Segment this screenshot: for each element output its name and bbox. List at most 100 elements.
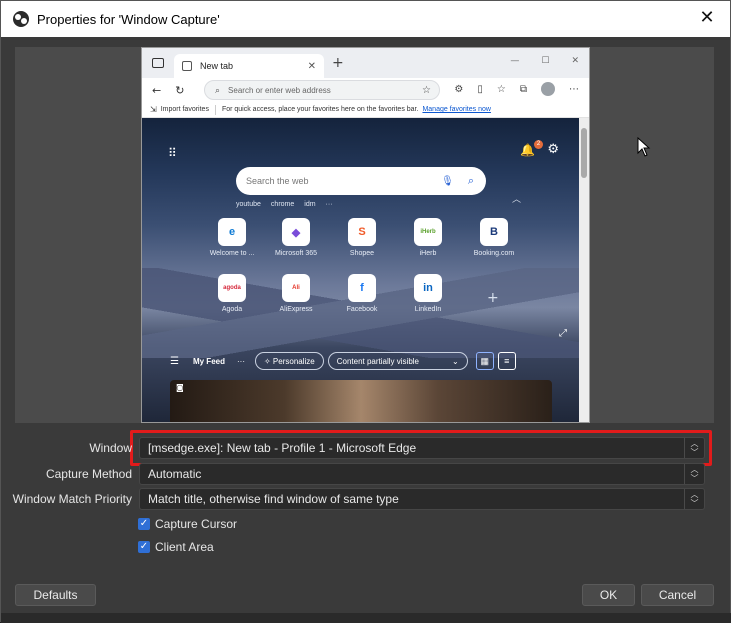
window-row: Window [msedge.exe]: New tab - Profile 1… bbox=[1, 437, 731, 459]
tab-close-icon: ✕ bbox=[307, 60, 316, 72]
favbar-divider bbox=[214, 104, 216, 115]
extensions-icon: ⚙ bbox=[454, 83, 464, 95]
address-placeholder: Search or enter web address bbox=[228, 85, 331, 95]
import-favorites: Import favorites bbox=[160, 106, 209, 113]
capture-cursor-row[interactable]: ✓ Capture Cursor bbox=[138, 517, 237, 531]
grid-view-icon: ▦ bbox=[475, 352, 494, 370]
chip-item: youtube bbox=[236, 201, 261, 208]
quick-link-label: LinkedIn bbox=[414, 306, 442, 313]
search-icon: ⌕ bbox=[467, 174, 474, 187]
select-arrows-icon: ︿ ﹀ bbox=[684, 489, 704, 509]
window-select[interactable]: [msedge.exe]: New tab - Profile 1 - Micr… bbox=[139, 437, 705, 459]
quick-link-tile: agoda Agoda bbox=[202, 274, 262, 313]
capture-method-select[interactable]: Automatic ︿ ﹀ bbox=[139, 463, 705, 485]
camera-icon: ◙ bbox=[176, 383, 184, 392]
cancel-button[interactable]: Cancel bbox=[641, 584, 714, 606]
personalize-icon: ✧ bbox=[263, 356, 273, 366]
quick-link-icon: f bbox=[348, 274, 376, 302]
manage-favorites-link: Manage favorites now bbox=[422, 106, 491, 113]
quick-link-label: Welcome to ... bbox=[209, 250, 255, 257]
visibility-dropdown: Content partially visible ⌄ bbox=[327, 352, 468, 370]
feed-menu-icon: ☰ bbox=[170, 355, 179, 367]
visibility-label: Content partially visible bbox=[336, 356, 419, 366]
quick-link-label: iHerb bbox=[419, 250, 437, 257]
more-icon: ⋯ bbox=[569, 83, 579, 95]
window-title: Properties for 'Window Capture' bbox=[37, 11, 220, 27]
new-tab-icon: + bbox=[332, 55, 344, 71]
split-screen-icon: ▯ bbox=[477, 83, 483, 95]
capture-preview: New tab ✕ + — ☐ ✕ ← ↻ ⌕ Search or enter … bbox=[15, 47, 714, 423]
quick-link-label: Microsoft 365 bbox=[274, 250, 318, 257]
microphone-icon: 🎙 bbox=[441, 175, 454, 187]
page-settings-gear-icon: ⚙ bbox=[547, 142, 559, 157]
match-priority-label: Window Match Priority bbox=[12, 492, 132, 506]
chip-item: idm bbox=[304, 201, 316, 208]
obs-logo-icon bbox=[13, 11, 29, 27]
import-icon: ⇲ bbox=[150, 105, 157, 114]
close-icon[interactable]: ✕ bbox=[698, 9, 716, 27]
browser-close-icon: ✕ bbox=[571, 56, 579, 66]
feed-more: ··· bbox=[236, 356, 245, 366]
capture-method-row: Capture Method Automatic ︿ ﹀ bbox=[1, 463, 731, 485]
my-feed-label: My Feed bbox=[192, 356, 225, 366]
browser-tabstrip: New tab ✕ + — ☐ ✕ bbox=[142, 48, 589, 78]
personalize-label: Personalize bbox=[272, 356, 315, 366]
quick-link-tile: Ali AliExpress bbox=[266, 274, 326, 313]
quick-link-tile: S Shopee bbox=[332, 218, 392, 257]
quick-link-tile: B Booking.com bbox=[464, 218, 524, 257]
favorites-bar: ⇲ Import favorites For quick access, pla… bbox=[142, 102, 589, 118]
quick-link-tile: iHerb iHerb bbox=[398, 218, 458, 257]
chip-item: chrome bbox=[270, 201, 295, 208]
minimize-icon: — bbox=[510, 56, 520, 66]
list-view-icon: ≡ bbox=[497, 352, 516, 370]
client-area-row[interactable]: ✓ Client Area bbox=[138, 540, 214, 554]
capture-method-value: Automatic bbox=[148, 467, 202, 481]
favorite-star-icon: ☆ bbox=[422, 84, 431, 96]
capture-cursor-label: Capture Cursor bbox=[155, 517, 238, 531]
quick-link-tile: e Welcome to ... bbox=[202, 218, 262, 257]
capture-cursor-checkbox[interactable]: ✓ bbox=[138, 518, 150, 530]
notifications-bell-icon: 🔔 bbox=[520, 143, 535, 157]
defaults-button[interactable]: Defaults bbox=[15, 584, 96, 606]
tab-actions-icon bbox=[152, 58, 164, 68]
quick-link-label: AliExpress bbox=[279, 306, 313, 313]
ok-button[interactable]: OK bbox=[582, 584, 635, 606]
favorites-hint: For quick access, place your favorites h… bbox=[221, 106, 419, 113]
add-quick-link-icon: + bbox=[487, 290, 499, 306]
window-select-value: [msedge.exe]: New tab - Profile 1 - Micr… bbox=[148, 441, 417, 455]
app-launcher-icon: ⠿ bbox=[168, 146, 177, 160]
client-area-checkbox[interactable]: ✓ bbox=[138, 541, 150, 553]
properties-dialog: Properties for 'Window Capture' ✕ New ta… bbox=[0, 0, 731, 623]
quick-link-icon: e bbox=[218, 218, 246, 246]
page-scrollbar bbox=[579, 118, 589, 422]
browser-tab: New tab ✕ bbox=[174, 54, 324, 78]
address-bar: ⌕ Search or enter web address ☆ bbox=[204, 80, 440, 100]
match-priority-select[interactable]: Match title, otherwise find window of sa… bbox=[139, 488, 705, 510]
browser-window-preview: New tab ✕ + — ☐ ✕ ← ↻ ⌕ Search or enter … bbox=[141, 47, 590, 423]
quick-link-label: Booking.com bbox=[473, 250, 515, 257]
select-arrows-icon: ︿ ﹀ bbox=[684, 438, 704, 458]
quick-link-label: Shopee bbox=[349, 250, 375, 257]
quick-link-label: Agoda bbox=[221, 306, 243, 313]
window-label: Window bbox=[89, 441, 132, 455]
toolbar-right-icons: ⚙ ▯ ☆ ⧉ ⋯ bbox=[454, 82, 579, 96]
feed-image: ◙ bbox=[170, 380, 552, 422]
quick-link-label: Facebook bbox=[346, 306, 378, 313]
tab-favicon-icon bbox=[182, 61, 192, 71]
quick-link-icon: ◆ bbox=[282, 218, 310, 246]
client-area-label: Client Area bbox=[155, 540, 214, 554]
match-priority-row: Window Match Priority Match title, other… bbox=[1, 488, 731, 510]
tab-title: New tab bbox=[200, 61, 234, 71]
scrollbar-thumb bbox=[581, 128, 587, 178]
browser-toolbar: ← ↻ ⌕ Search or enter web address ☆ ⚙ ▯ … bbox=[142, 78, 589, 102]
select-arrows-icon: ︿ ﹀ bbox=[684, 464, 704, 484]
refresh-icon: ↻ bbox=[175, 83, 185, 97]
personalize-pill: ✧ Personalize bbox=[254, 352, 324, 370]
new-tab-page: ⠿ 🔔 2 ⚙ Search the web 🎙 ⌕ youtube chrom… bbox=[142, 118, 589, 422]
quick-link-tile: f Facebook bbox=[332, 274, 392, 313]
chip-item: ··· bbox=[325, 201, 333, 208]
web-search-box: Search the web 🎙 ⌕ bbox=[236, 167, 486, 195]
quick-link-icon: Ali bbox=[282, 274, 310, 302]
feed-bar: ☰ My Feed ··· ✧ Personalize Content part… bbox=[170, 350, 552, 372]
quick-link-icon: iHerb bbox=[414, 218, 442, 246]
